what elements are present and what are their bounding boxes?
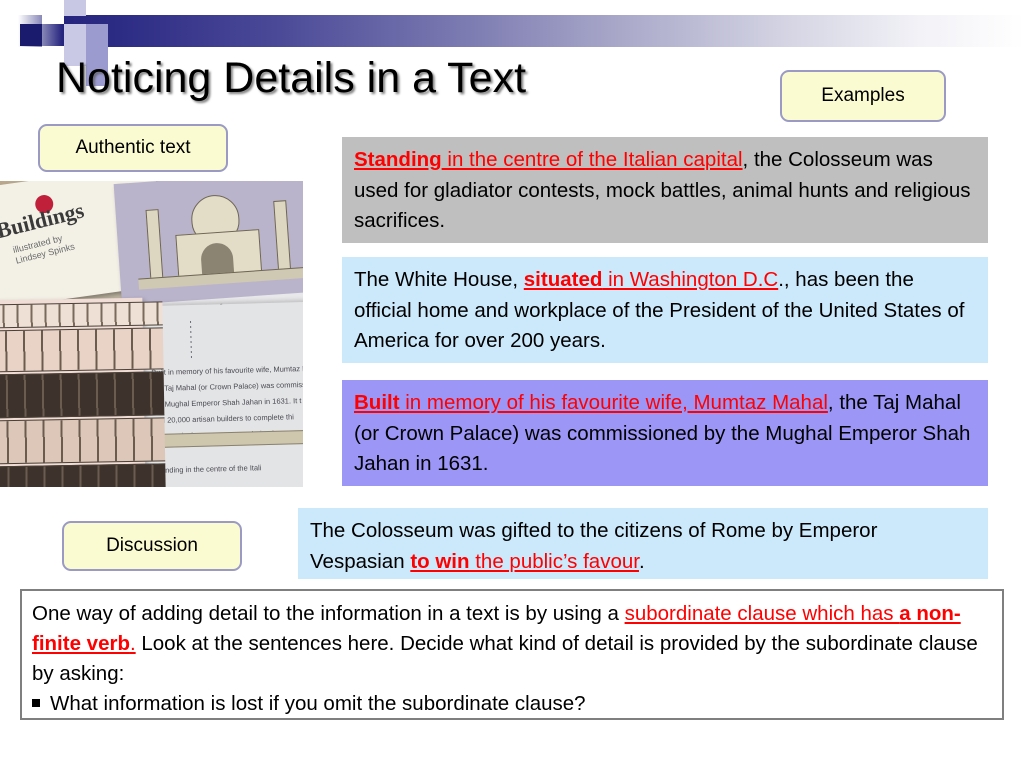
example-box-tajmahal: Built in memory of his favourite wife, M… (342, 380, 988, 486)
header-gradient-bar (0, 15, 1024, 47)
callout-discussion[interactable]: Discussion (62, 521, 242, 571)
explanation-panel: One way of adding detail to the informat… (20, 589, 1004, 720)
deco-square-5 (86, 24, 108, 46)
text-segment-2: in Washington D.C (602, 268, 779, 291)
callout-discussion-label: Discussion (106, 535, 198, 556)
photo-bottom-caption: Standing in the centre of the Itali (153, 463, 262, 476)
photo-of-buildings-book-pages: Buildings illustrated by Lindsey Spinks … (0, 181, 303, 487)
photo-colosseum-tier-4 (0, 463, 166, 487)
deco-square-2 (42, 2, 64, 24)
text-segment-0: Standing (354, 148, 442, 171)
photo-text-line-4: and 20,000 artisan builders to complete … (152, 412, 295, 426)
text-segment-1: subordinate clause which has (624, 602, 900, 625)
deco-square-1 (20, 24, 42, 46)
photo-text-line-3: the Mughal Emperor Shah Jahan in 1631. I… (152, 396, 302, 410)
text-segment-1: to win (410, 549, 470, 573)
text-segment-0: Built (354, 391, 400, 414)
photo-dotted-divider (190, 320, 193, 360)
text-segment-1: in the centre of the Italian capital (441, 148, 743, 171)
slide-canvas: Noticing Details in a Text Examples Auth… (0, 0, 1024, 768)
text-segment-1: situated (523, 268, 603, 291)
explanation-paragraph: One way of adding detail to the informat… (32, 599, 992, 689)
deco-square-3 (64, 0, 86, 16)
callout-authentic-text-label: Authentic text (75, 137, 191, 158)
example-box-whitehouse: The White House, situated in Washington … (342, 257, 988, 363)
bullet-square-icon (32, 699, 40, 707)
example-box-vespasian: The Colosseum was gifted to the citizens… (298, 508, 988, 579)
text-segment-4: Look at the sentences here. Decide what … (32, 632, 978, 685)
photo-text-line-1: Built in memory of his favourite wife, M… (151, 363, 303, 378)
explanation-bullet-item: What information is lost if you omit the… (32, 689, 992, 719)
photo-colosseum-arches-2 (0, 372, 165, 418)
callout-authentic-text[interactable]: Authentic text (38, 124, 228, 172)
photo-colosseum-attic (0, 301, 163, 329)
photo-text-line-2: the Taj Mahal (or Crown Palace) was comm… (151, 380, 303, 394)
text-segment-0: One way of adding detail to the informat… (32, 602, 625, 625)
photo-colosseum-arches-4 (0, 464, 166, 487)
photo-colosseum-tier-1 (0, 327, 164, 373)
callout-examples-label: Examples (821, 85, 905, 106)
explanation-bullet-text: What information is lost if you omit the… (50, 692, 586, 715)
example-box-colosseum-gray: Standing in the centre of the Italian ca… (342, 137, 988, 243)
text-segment-3: . (638, 549, 645, 573)
photo-colosseum-tier-2 (0, 371, 165, 419)
text-segment-0: The White House, (354, 268, 524, 291)
text-segment-2: the public’s favour (469, 549, 639, 573)
text-segment-1: in memory of his favourite wife, Mumtaz … (399, 391, 828, 414)
photo-colosseum-illustration (0, 297, 166, 487)
callout-examples[interactable]: Examples (780, 70, 946, 122)
photo-colosseum-arches-3 (0, 418, 166, 464)
photo-colosseum-arches-1 (0, 328, 164, 372)
deco-square-4 (64, 24, 86, 46)
page-title: Noticing Details in a Text (56, 54, 527, 102)
photo-colosseum-tier-3 (0, 417, 166, 465)
photo-taj-minaret-left (145, 209, 164, 286)
photo-taj-minaret-right (273, 200, 292, 277)
